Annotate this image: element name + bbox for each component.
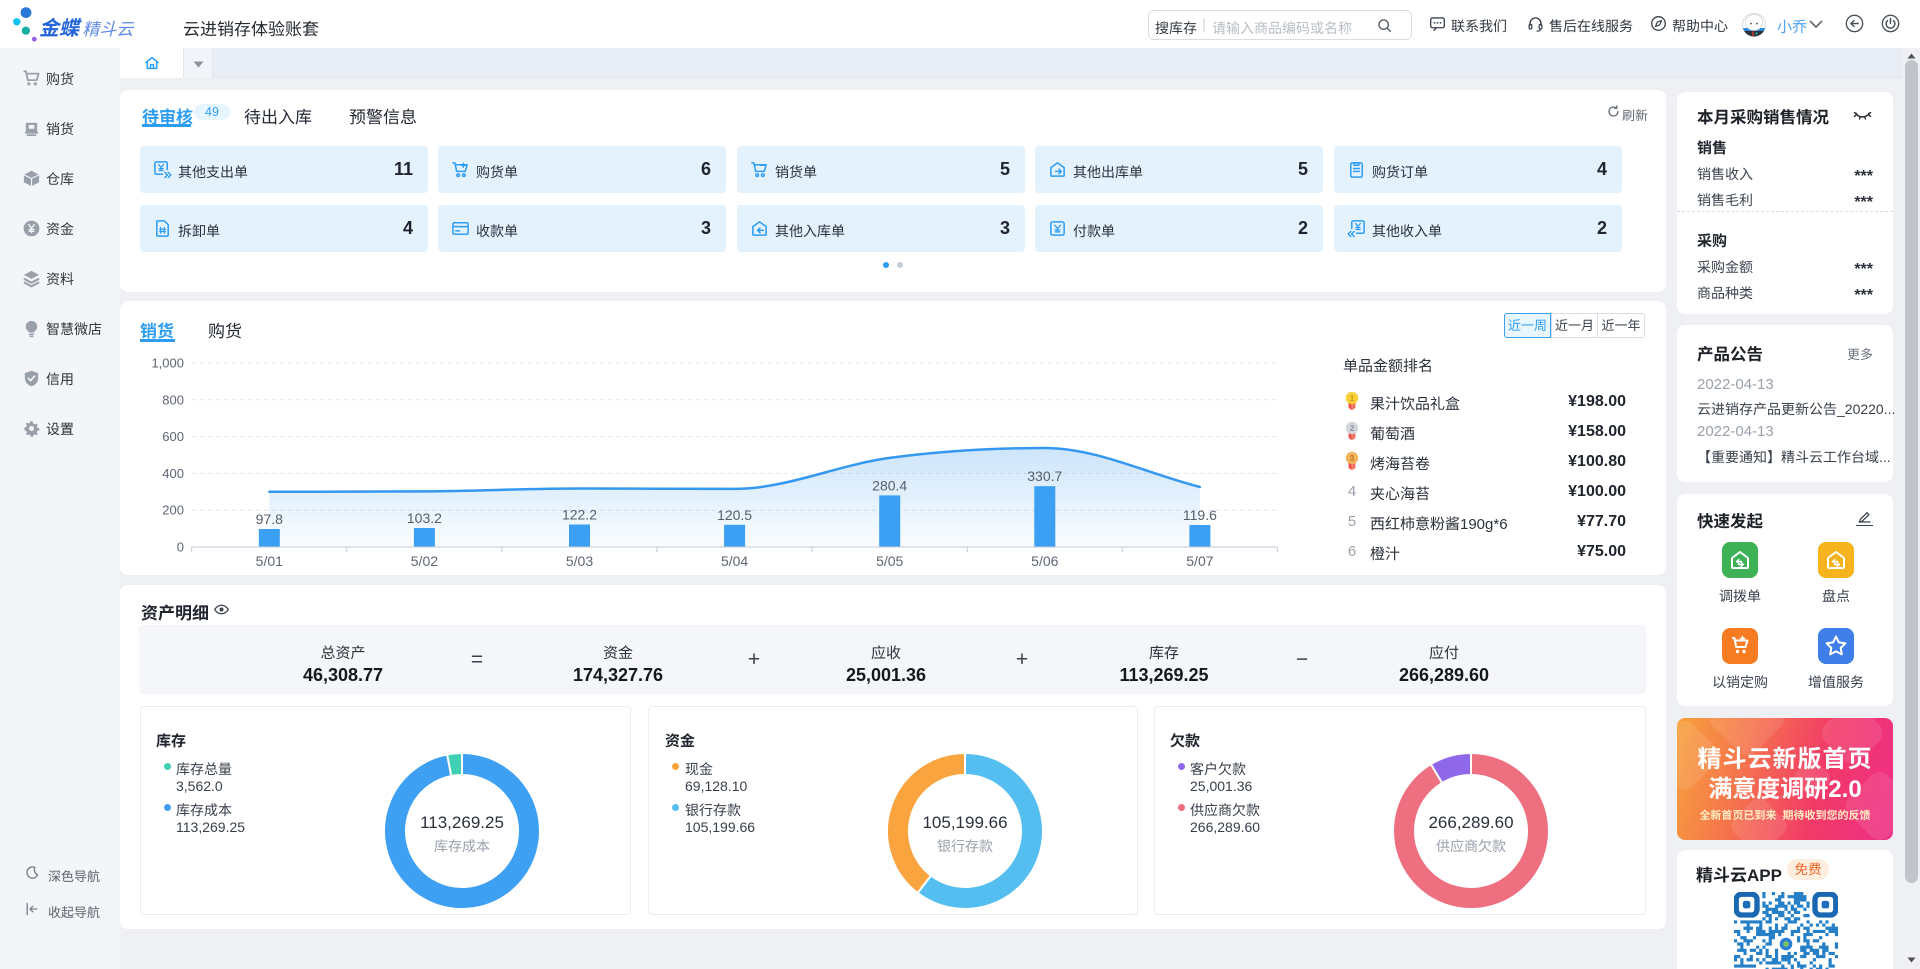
svg-text:5/07: 5/07 xyxy=(1186,553,1213,569)
svg-text:97.8: 97.8 xyxy=(256,511,283,527)
svg-text:5/04: 5/04 xyxy=(721,553,748,569)
svg-text:1: 1 xyxy=(1350,393,1355,403)
svg-text:600: 600 xyxy=(162,429,184,444)
svg-text:280.4: 280.4 xyxy=(872,477,907,493)
svg-text:330.7: 330.7 xyxy=(1027,468,1062,484)
svg-text:400: 400 xyxy=(162,466,184,481)
svg-text:5/06: 5/06 xyxy=(1031,553,1058,569)
svg-text:200: 200 xyxy=(162,503,184,518)
svg-text:122.2: 122.2 xyxy=(562,507,597,523)
svg-text:5/03: 5/03 xyxy=(566,553,593,569)
svg-text:120.5: 120.5 xyxy=(717,507,752,523)
svg-text:5/01: 5/01 xyxy=(256,553,283,569)
svg-text:5/05: 5/05 xyxy=(876,553,903,569)
svg-text:2: 2 xyxy=(1350,423,1355,433)
svg-text:0: 0 xyxy=(177,540,184,555)
svg-text:800: 800 xyxy=(162,392,184,407)
svg-text:103.2: 103.2 xyxy=(407,510,442,526)
svg-text:1,000: 1,000 xyxy=(151,356,184,371)
svg-text:119.6: 119.6 xyxy=(1183,507,1217,523)
svg-text:5/02: 5/02 xyxy=(411,553,438,569)
svg-text:3: 3 xyxy=(1350,453,1355,463)
